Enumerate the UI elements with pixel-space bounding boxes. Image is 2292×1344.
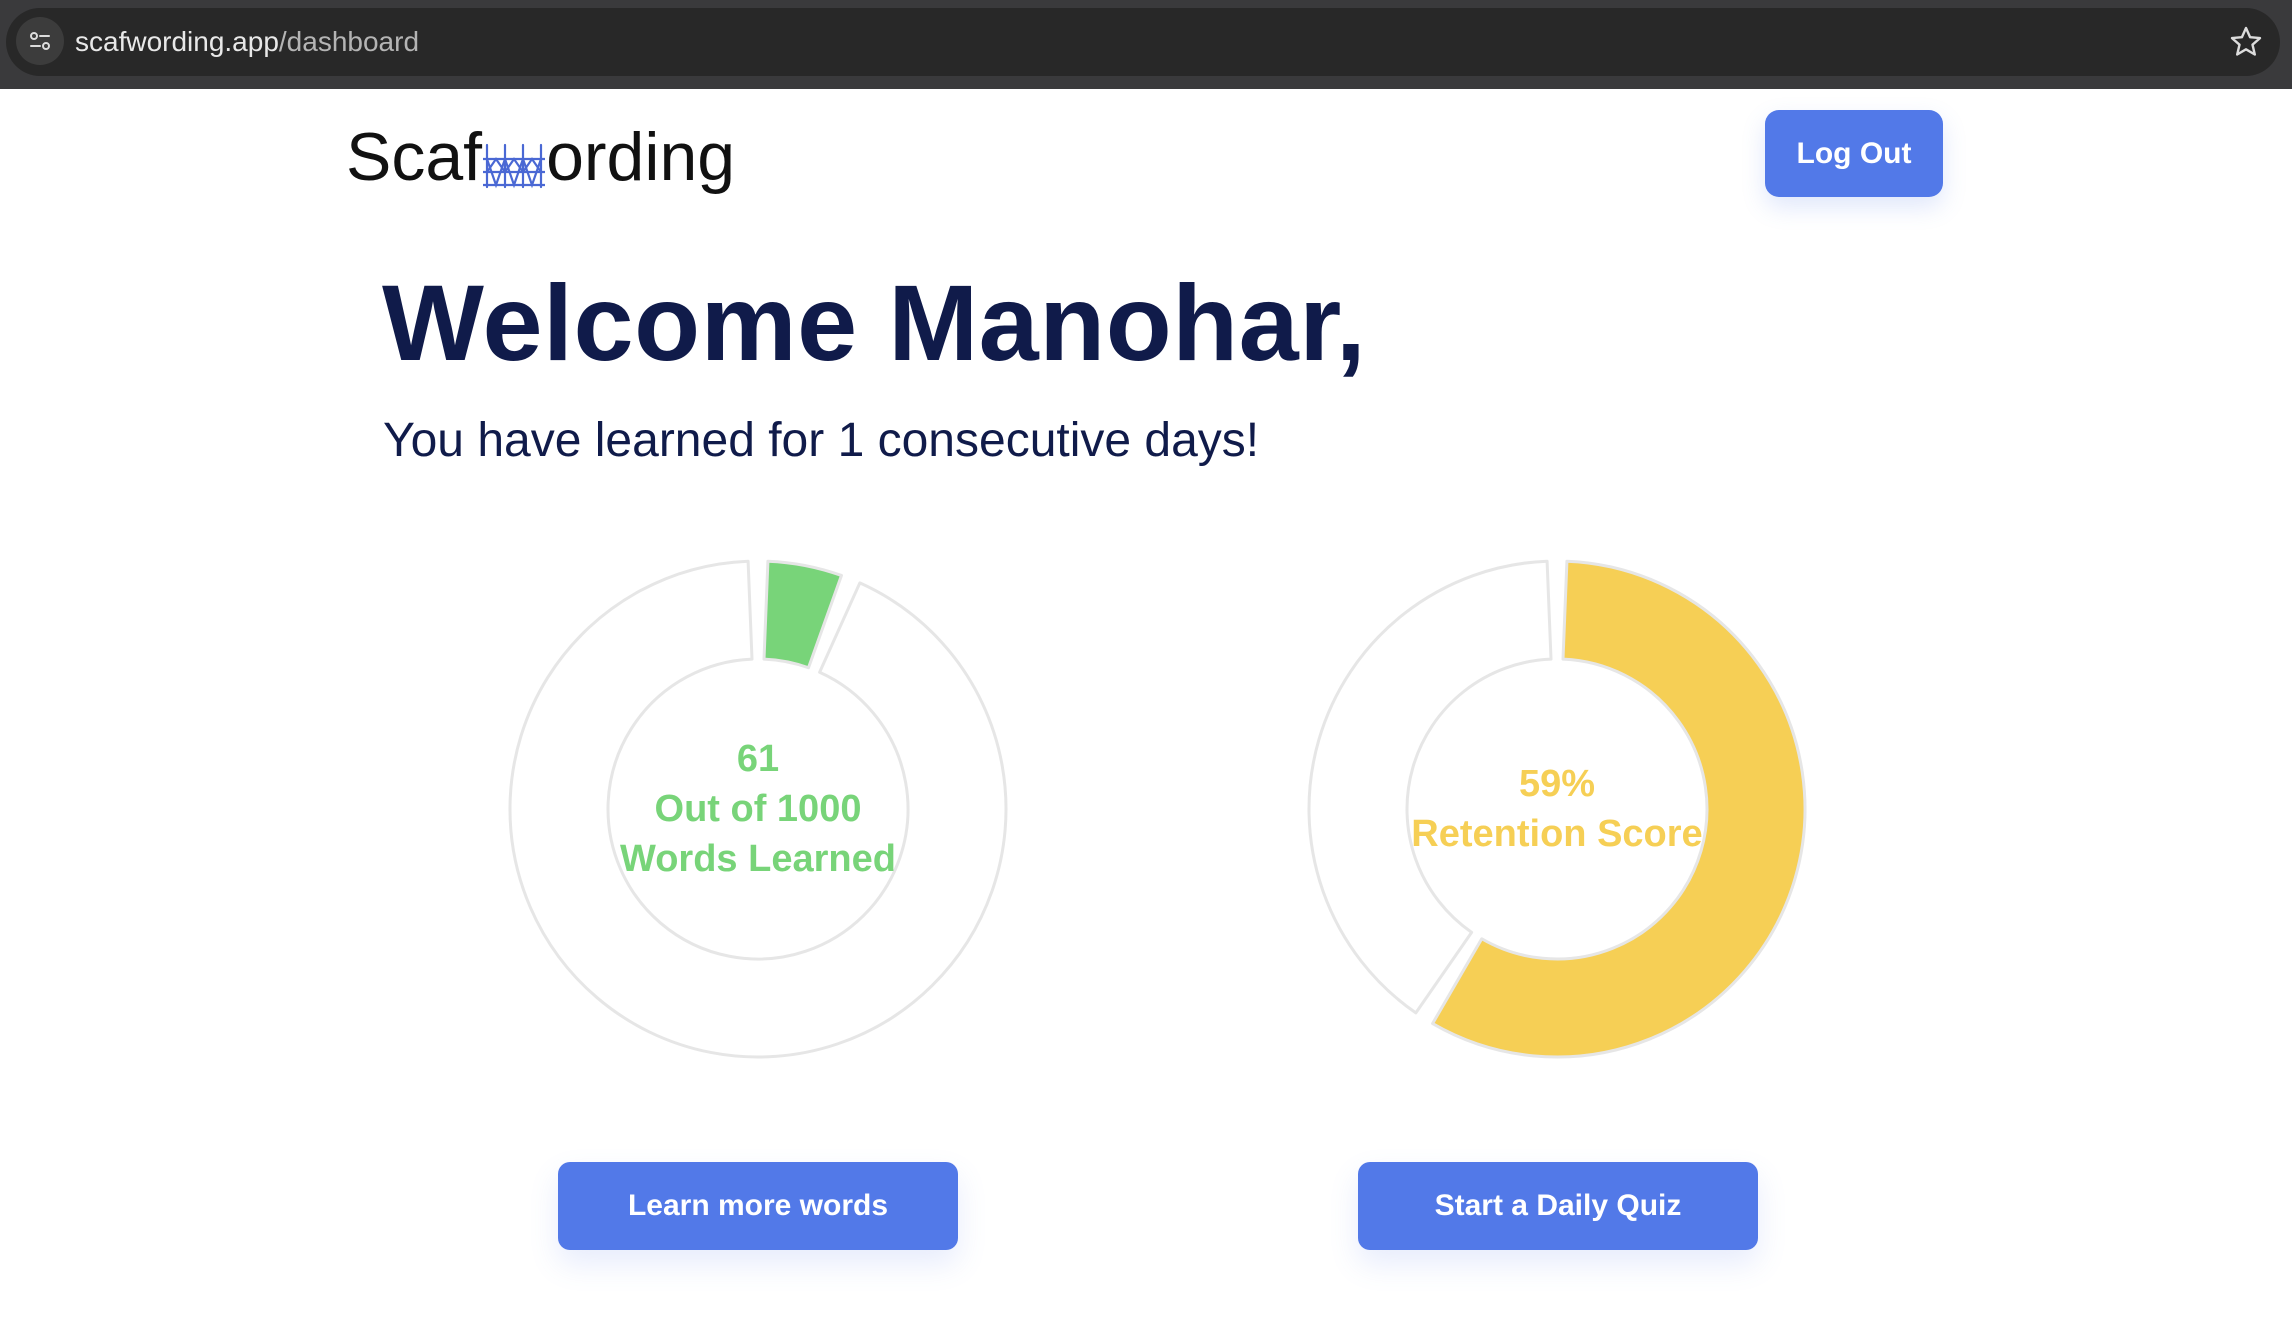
words-learned-caption: Words Learned: [620, 838, 896, 880]
logo-text-end: ording: [546, 119, 736, 195]
bookmark-star-icon[interactable]: [2226, 22, 2266, 62]
logo-text-start: Scaf: [346, 119, 483, 195]
browser-toolbar: scafwording.app/dashboard: [0, 0, 2292, 89]
app-logo[interactable]: Scaf ording: [346, 117, 735, 197]
url-path: /dashboard: [278, 26, 420, 57]
scaffold-logo-icon: [481, 129, 547, 189]
retention-score-label: 59% Retention Score: [1357, 549, 1757, 1069]
streak-message: You have learned for 1 consecutive days!: [383, 414, 1260, 467]
words-learned-count: 61: [736, 738, 780, 780]
site-info-icon[interactable]: [16, 17, 64, 65]
address-bar[interactable]: scafwording.app/dashboard: [6, 8, 2280, 76]
url-text[interactable]: scafwording.app/dashboard: [75, 24, 419, 60]
welcome-heading: Welcome Manohar,: [382, 262, 1367, 383]
start-daily-quiz-button[interactable]: Start a Daily Quiz: [1358, 1162, 1758, 1250]
retention-score-chart: 59% Retention Score: [1297, 549, 1817, 1069]
retention-score-caption: Retention Score: [1411, 813, 1703, 855]
url-host: scafwording.app: [75, 26, 279, 57]
words-learned-label: 61 Out of 1000 Words Learned: [558, 549, 958, 1069]
learn-more-words-button[interactable]: Learn more words: [558, 1162, 958, 1250]
logout-button[interactable]: Log Out: [1765, 110, 1943, 197]
words-learned-chart: 61 Out of 1000 Words Learned: [498, 549, 1018, 1069]
dashboard-page: Scaf ording Log Out Welcome Manohar, You…: [0, 89, 2292, 1344]
words-total-text: Out of 1000: [654, 788, 862, 830]
retention-score-value: 59%: [1518, 763, 1596, 805]
